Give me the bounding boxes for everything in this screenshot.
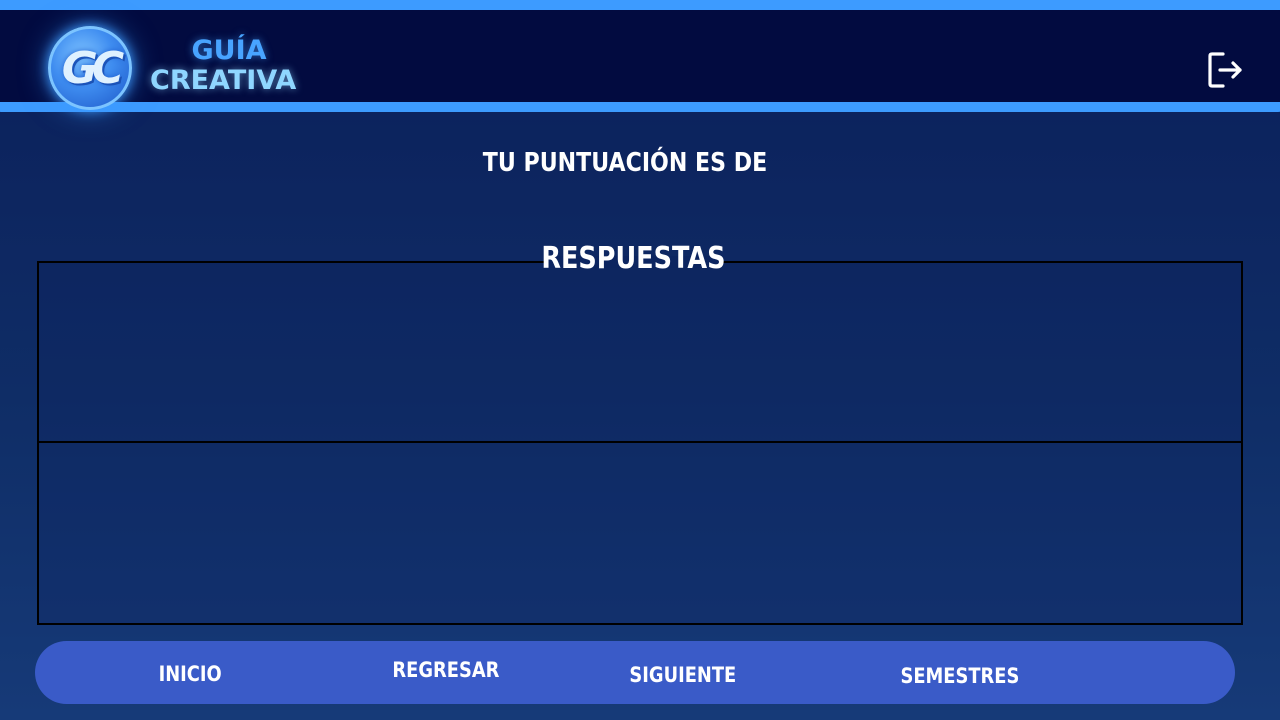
score-title: TU PUNTUACIÓN ES DE xyxy=(482,148,768,178)
logout-button[interactable] xyxy=(1206,50,1246,90)
brand-name: GUÍA CREATIVA xyxy=(150,36,308,96)
app-header: GC GUÍA CREATIVA xyxy=(0,0,1280,112)
logout-icon xyxy=(1208,52,1242,88)
app-logo: GC xyxy=(48,26,132,110)
nav-semestres-button[interactable]: SEMESTRES xyxy=(900,645,1019,708)
nav-siguiente-button[interactable]: SIGUIENTE xyxy=(629,644,736,707)
nav-inicio-button[interactable]: INICIO xyxy=(159,643,222,706)
brand-line-guia: GUÍA xyxy=(191,35,267,66)
answer-row xyxy=(39,443,1241,623)
brand-line-creativa: CREATIVA xyxy=(150,65,297,96)
answers-panel xyxy=(37,261,1243,625)
bottom-nav: INICIO REGRESAR SIGUIENTE SEMESTRES xyxy=(35,641,1235,704)
logo-monogram: GC xyxy=(61,42,124,94)
answers-title: RESPUESTAS xyxy=(541,241,726,276)
nav-regresar-button[interactable]: REGRESAR xyxy=(392,639,499,702)
answer-row xyxy=(39,263,1241,443)
